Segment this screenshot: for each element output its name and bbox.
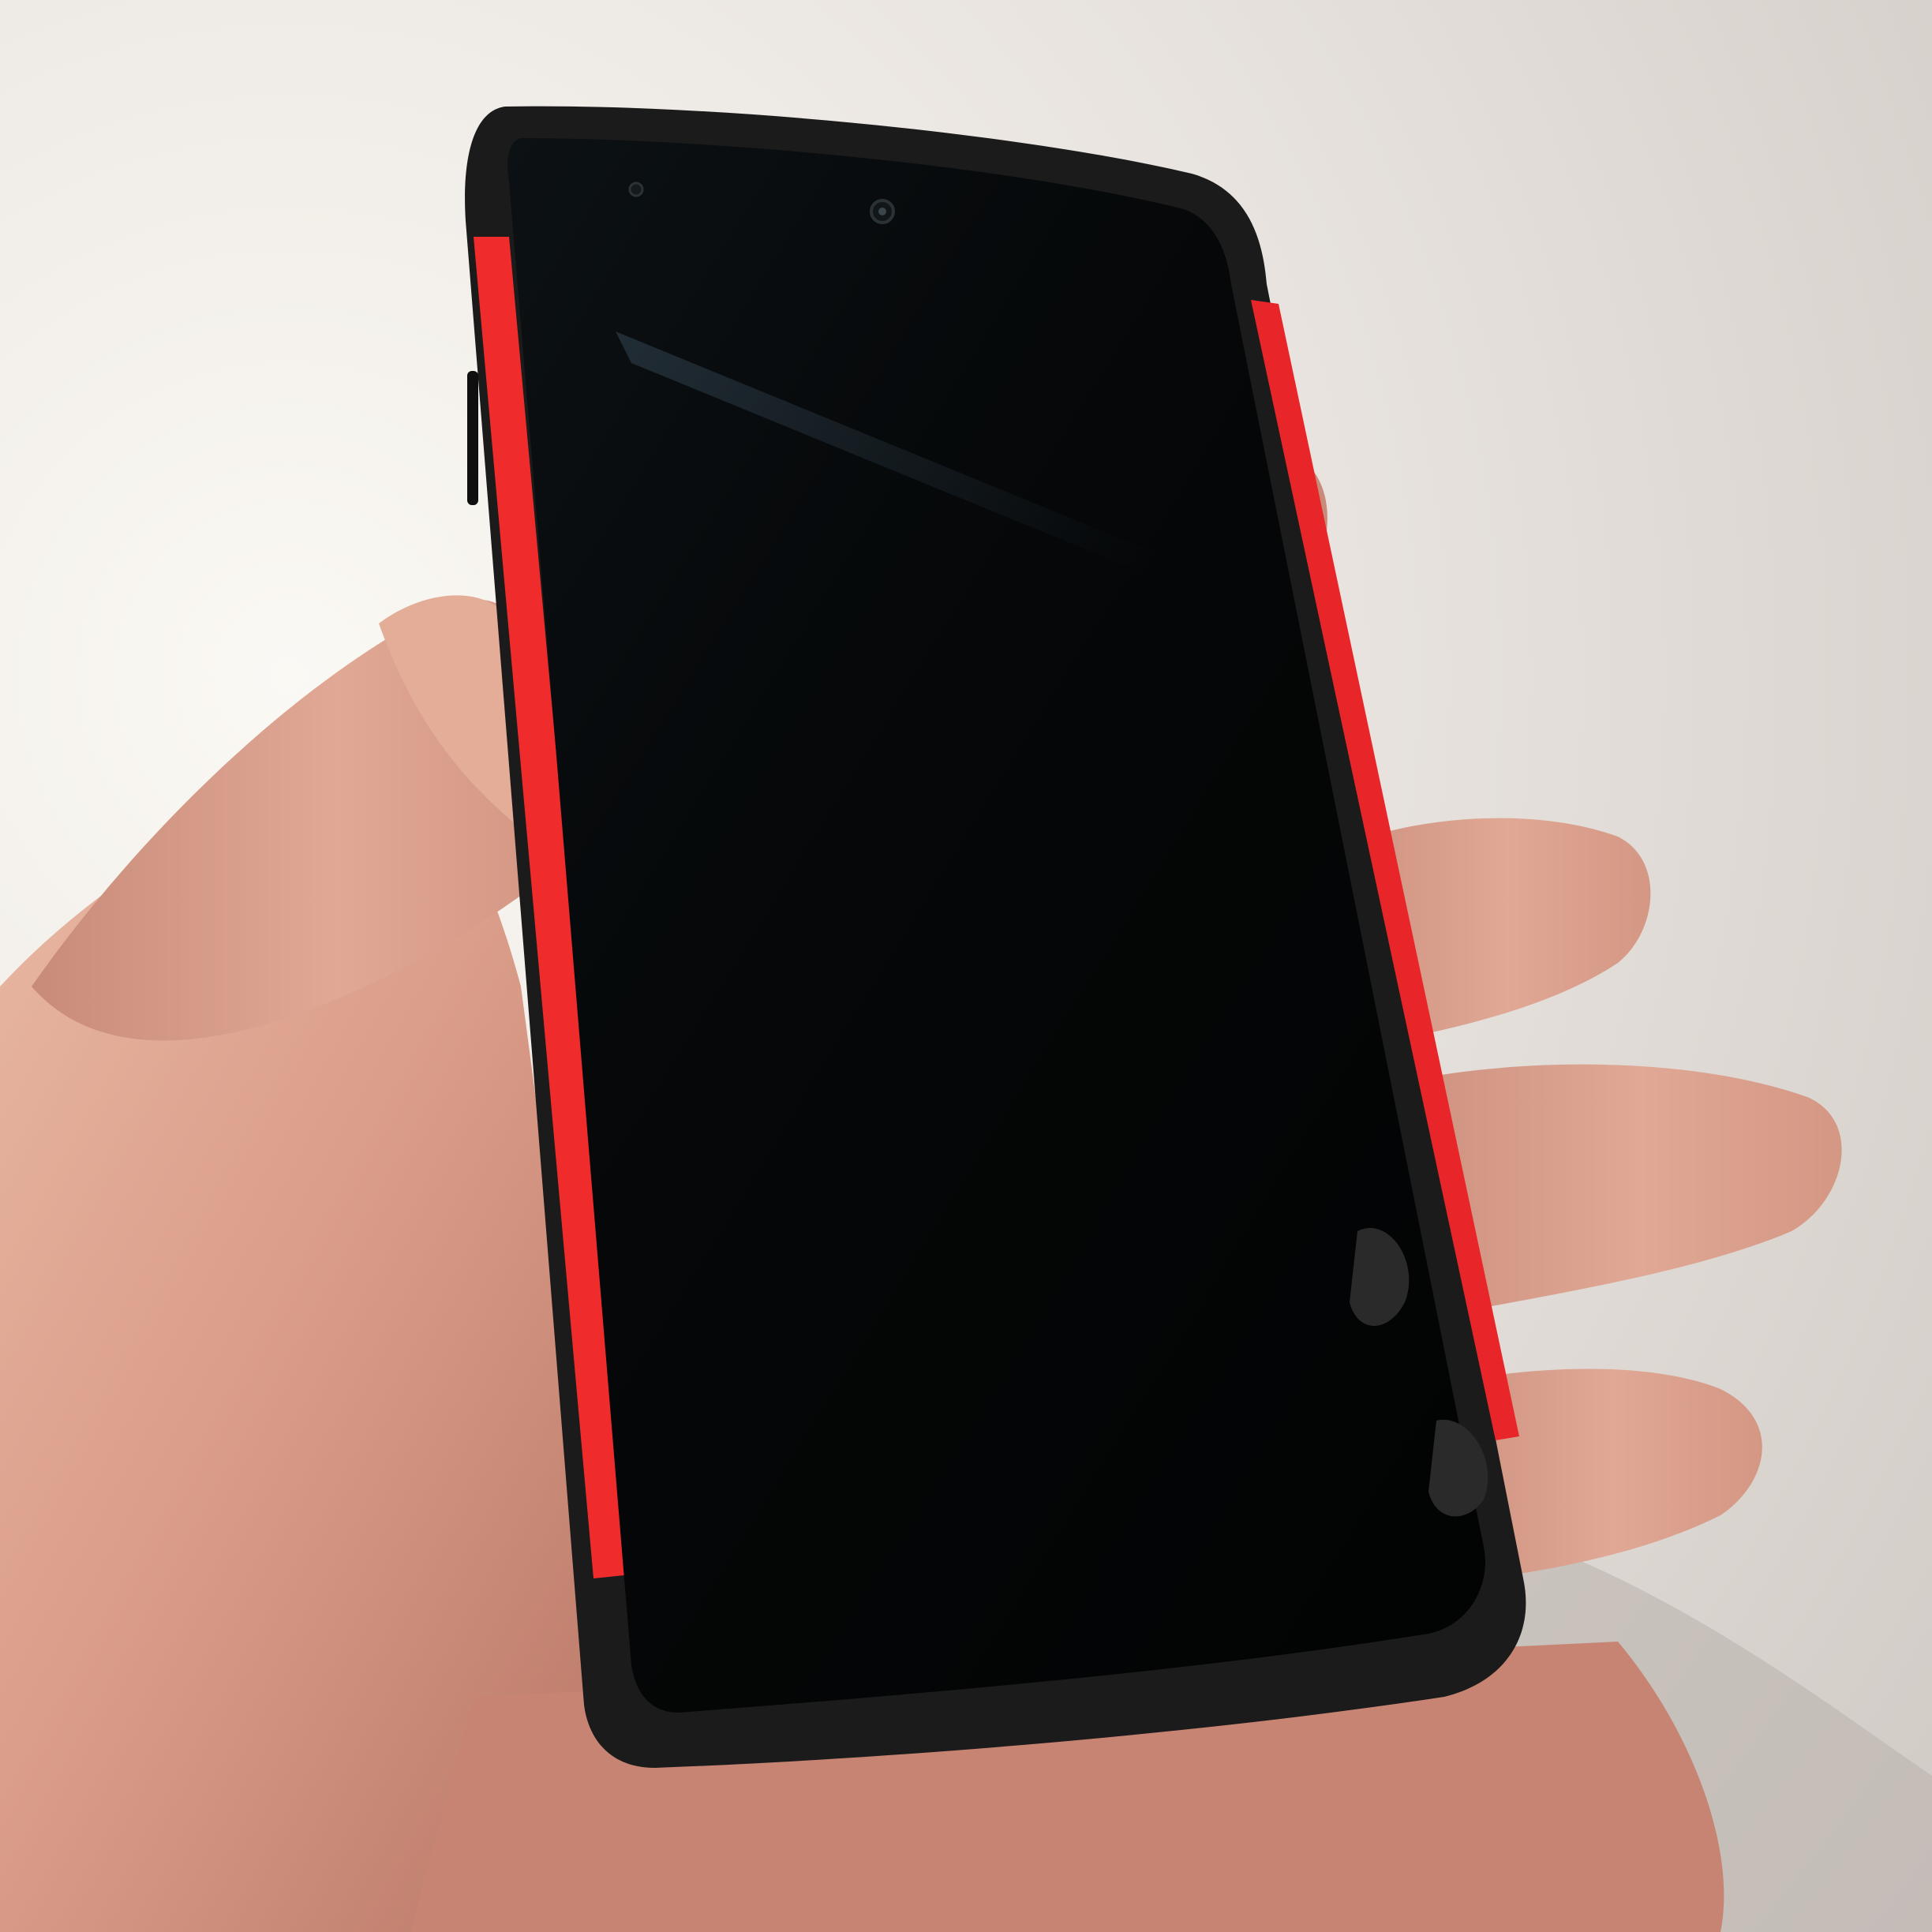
camera-lens-icon (870, 199, 895, 224)
sensor-dot-icon (628, 182, 644, 197)
volume-button (467, 371, 478, 505)
photo-scene (0, 0, 1932, 1932)
photo-canvas (0, 0, 1932, 1932)
